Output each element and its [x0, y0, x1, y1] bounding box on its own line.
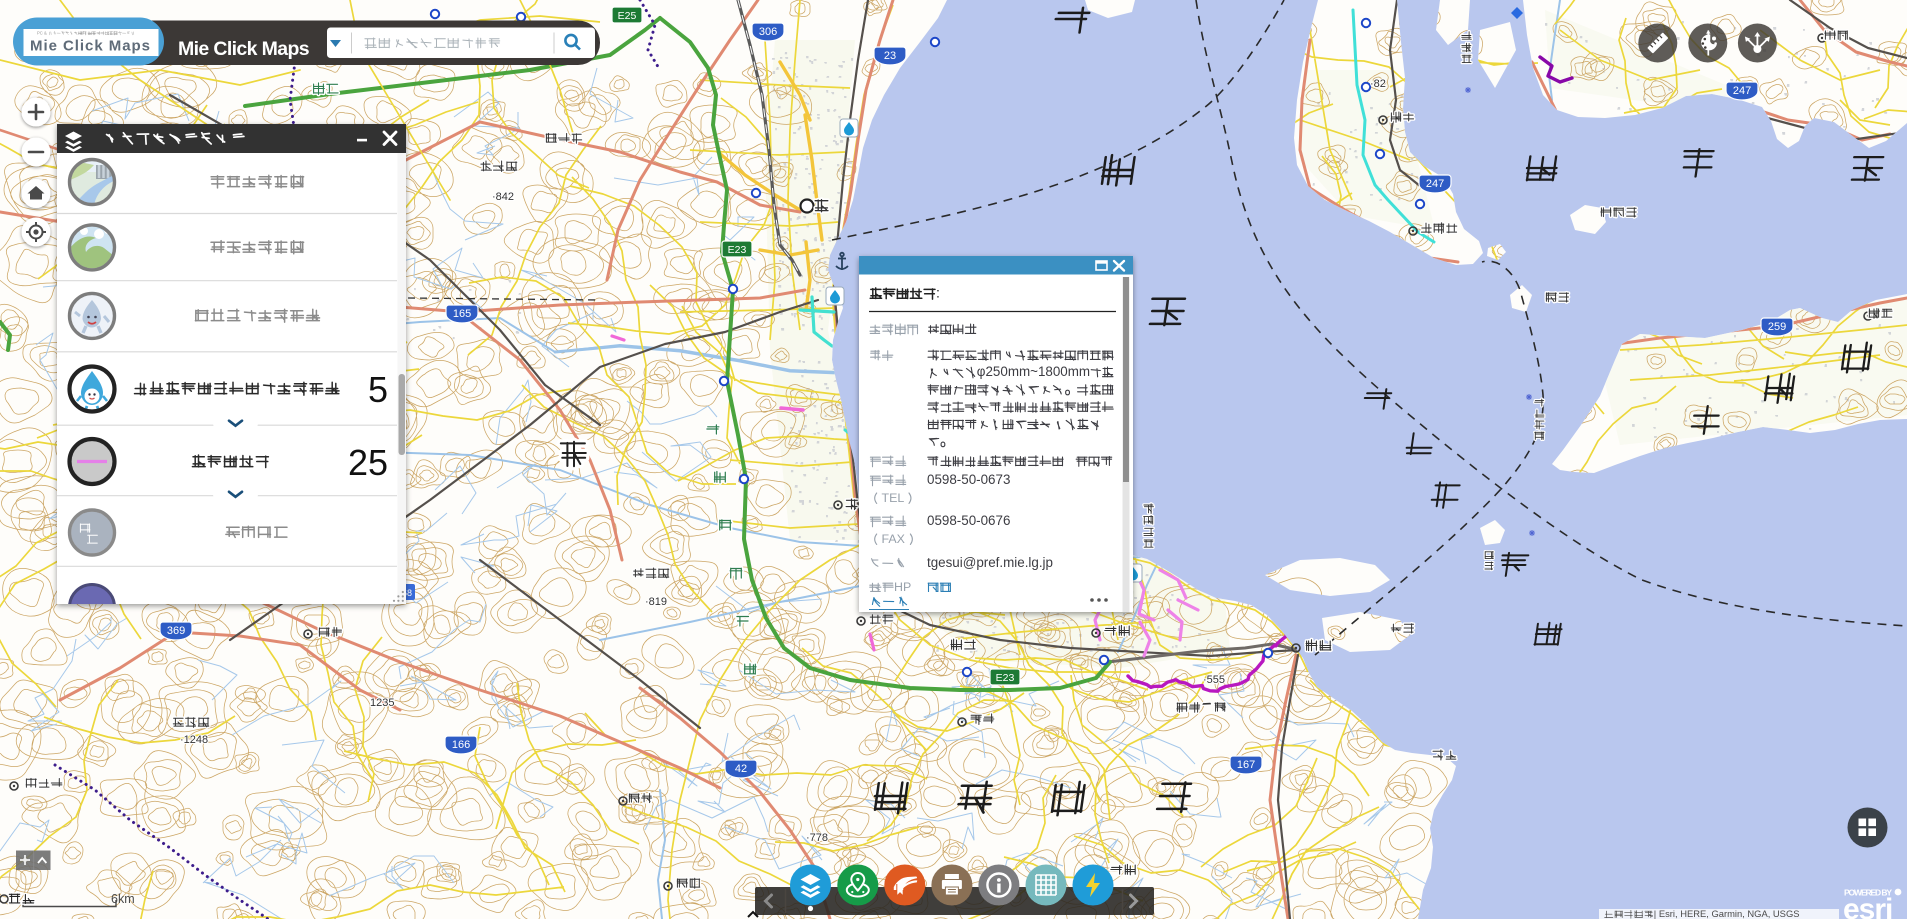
svg-text:·842: ·842 [492, 191, 514, 203]
svg-text:0598-50-0673: 0598-50-0673 [927, 472, 1010, 487]
svg-text:·555: ·555 [1203, 674, 1225, 686]
svg-text:166: 166 [452, 739, 470, 751]
svg-text:HP: HP [894, 580, 911, 594]
svg-text:25: 25 [348, 442, 388, 483]
svg-text:Mie Click Maps: Mie Click Maps [30, 38, 150, 55]
svg-text:| Esri, HERE, Garmin, NGA, USG: | Esri, HERE, Garmin, NGA, USGS [1654, 908, 1800, 919]
svg-text:306: 306 [759, 26, 777, 38]
svg-text:tgesui@pref.mie.lg.jp: tgesui@pref.mie.lg.jp [927, 555, 1053, 570]
svg-text:E23: E23 [996, 672, 1015, 684]
svg-text:1235: 1235 [370, 697, 394, 709]
svg-text:·1248: ·1248 [180, 734, 208, 746]
svg-text:Mie Click Maps: Mie Click Maps [178, 38, 310, 60]
svg-text:369: 369 [167, 625, 185, 637]
svg-text:167: 167 [1237, 759, 1255, 771]
svg-text:FAX: FAX [882, 532, 905, 546]
svg-text:φ250mm~1800mm: φ250mm~1800mm [977, 364, 1090, 379]
svg-text:E25: E25 [618, 10, 637, 22]
svg-text:6km: 6km [111, 892, 135, 906]
svg-text:259: 259 [1768, 321, 1786, 333]
svg-text:·819: ·819 [645, 596, 667, 608]
svg-text:E23: E23 [728, 244, 747, 256]
svg-text:0598-50-0676: 0598-50-0676 [927, 513, 1010, 528]
svg-text:·82: ·82 [1370, 78, 1386, 90]
svg-text:PC &: PC & [37, 30, 47, 35]
svg-text:·778: ·778 [806, 832, 828, 844]
svg-text:TEL: TEL [882, 491, 905, 505]
svg-text::: : [936, 285, 940, 301]
svg-text:247: 247 [1426, 178, 1444, 190]
svg-text:42: 42 [735, 763, 747, 775]
svg-text:23: 23 [884, 50, 896, 62]
svg-text:247: 247 [1733, 85, 1751, 97]
svg-text:165: 165 [453, 308, 471, 320]
svg-text:esri: esri [1843, 893, 1892, 919]
svg-text:5: 5 [368, 369, 388, 410]
